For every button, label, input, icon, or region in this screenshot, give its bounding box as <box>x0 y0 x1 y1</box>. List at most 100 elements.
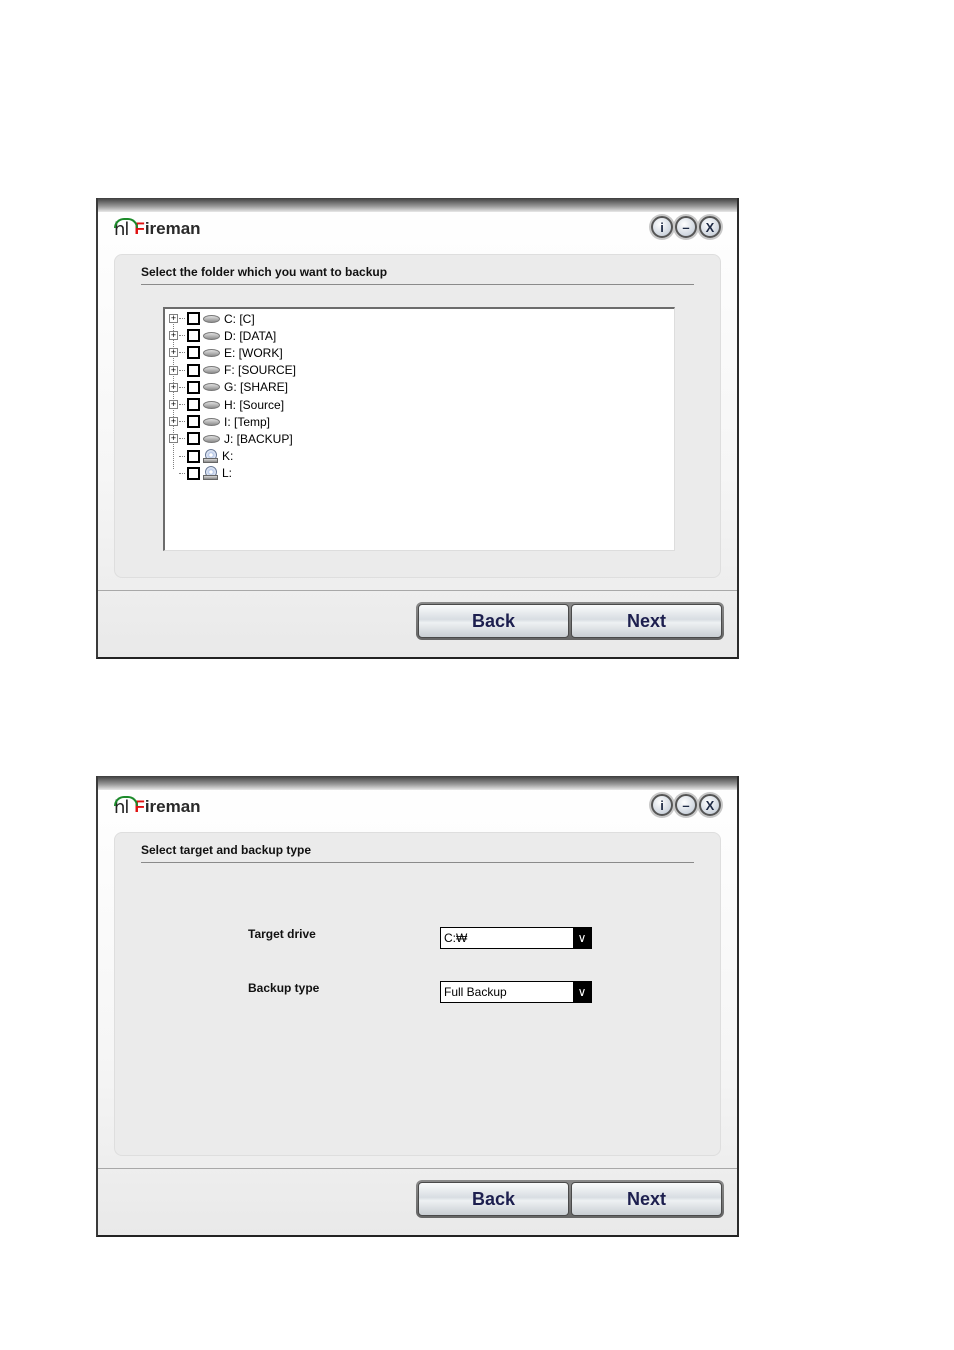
checkbox[interactable] <box>187 449 200 463</box>
tree-item-label: H: [Source] <box>224 397 285 412</box>
window-controls: i – X <box>651 216 721 238</box>
minimize-button[interactable]: – <box>675 794 697 816</box>
step-heading: Select the folder which you want to back… <box>141 265 388 279</box>
fireman-window-target-select: hl Fireman i – X Select target and backu… <box>96 776 739 1237</box>
hard-drive-icon <box>203 348 220 357</box>
hl-logo-icon: hl <box>114 217 138 240</box>
app-title: Fireman <box>134 219 201 238</box>
window-controls: i – X <box>651 794 721 816</box>
tree-connector <box>179 438 185 440</box>
tree-item[interactable]: + F: [SOURCE] <box>169 362 296 379</box>
window-top-shadow <box>98 776 737 790</box>
tree-connector <box>179 472 185 474</box>
checkbox[interactable] <box>187 329 200 343</box>
expand-icon[interactable]: + <box>169 434 178 444</box>
tree-item-label: F: [SOURCE] <box>224 363 297 378</box>
info-button[interactable]: i <box>651 216 673 238</box>
cdrom-drive-icon <box>203 465 218 481</box>
tree-item-label: E: [WORK] <box>224 345 283 360</box>
tree-item-label: D: [DATA] <box>224 328 277 343</box>
chevron-down-icon[interactable]: ∨ <box>573 928 591 948</box>
cdrom-drive-icon <box>203 448 218 464</box>
navigation-buttons: Back Next <box>416 602 724 640</box>
backup-type-select[interactable]: Full Backup ∨ <box>440 981 592 1003</box>
close-button[interactable]: X <box>699 794 721 816</box>
tree-item[interactable]: K: <box>169 448 233 465</box>
tree-item[interactable]: + I: [Temp] <box>169 413 270 430</box>
fireman-window-folder-select: hl Fireman i – X Select the folder which… <box>96 198 739 659</box>
app-logo: hl Fireman <box>114 795 201 818</box>
content-panel: Select target and backup type Target dri… <box>114 832 721 1156</box>
footer-divider <box>98 590 737 591</box>
tree-connector <box>179 352 185 354</box>
next-button[interactable]: Next <box>571 604 722 638</box>
tree-item-label: K: <box>222 449 234 464</box>
hard-drive-icon <box>203 314 220 323</box>
chevron-down-icon[interactable]: ∨ <box>573 982 591 1002</box>
folder-tree[interactable]: + C: [C] + D: [DATA] + E: [WORK] + F: [SOURCE] +… <box>163 307 675 551</box>
info-icon: i <box>660 797 664 813</box>
checkbox[interactable] <box>187 346 200 360</box>
content-panel: Select the folder which you want to back… <box>114 254 721 578</box>
checkbox[interactable] <box>187 432 200 446</box>
app-title: Fireman <box>134 797 201 816</box>
app-logo: hl Fireman <box>114 217 201 240</box>
checkbox[interactable] <box>187 312 200 325</box>
target-drive-select[interactable]: C:₩ ∨ <box>440 927 592 949</box>
backup-type-label: Backup type <box>248 981 320 995</box>
tree-connector <box>179 386 185 388</box>
close-icon: X <box>705 797 715 813</box>
tree-item[interactable]: + E: [WORK] <box>169 344 283 361</box>
tree-connector <box>179 369 185 371</box>
expand-icon[interactable]: + <box>169 365 178 375</box>
checkbox[interactable] <box>187 415 200 429</box>
checkbox[interactable] <box>187 398 200 411</box>
backup-type-value: Full Backup <box>444 985 507 999</box>
hard-drive-icon <box>203 434 220 443</box>
tree-item[interactable]: + J: [BACKUP] <box>169 430 293 447</box>
hard-drive-icon <box>203 417 220 426</box>
tree-connector <box>179 404 185 405</box>
expand-icon[interactable]: + <box>169 382 178 392</box>
expand-icon[interactable]: + <box>169 348 178 358</box>
tree-connector <box>179 335 185 337</box>
tree-item[interactable]: + C: [C] <box>169 310 255 327</box>
info-button[interactable]: i <box>651 794 673 816</box>
minimize-button[interactable]: – <box>675 216 697 238</box>
expand-icon[interactable]: + <box>169 331 178 341</box>
tree-item[interactable]: + G: [SHARE] <box>169 379 288 396</box>
heading-divider <box>141 284 694 285</box>
tree-item-label: C: [C] <box>224 311 255 326</box>
close-button[interactable]: X <box>699 216 721 238</box>
next-button[interactable]: Next <box>571 1182 722 1216</box>
hard-drive-icon <box>203 383 220 392</box>
tree-item-label: G: [SHARE] <box>224 380 289 395</box>
tree-connector <box>179 318 185 319</box>
expand-icon[interactable]: + <box>169 314 178 323</box>
expand-icon[interactable]: + <box>169 417 178 427</box>
tree-item-label: J: [BACKUP] <box>224 431 293 446</box>
close-icon: X <box>705 219 715 235</box>
hard-drive-icon <box>203 400 220 409</box>
tree-item[interactable]: + H: [Source] <box>169 396 284 413</box>
expand-icon[interactable]: + <box>169 400 178 409</box>
back-button[interactable]: Back <box>418 604 569 638</box>
hard-drive-icon <box>203 366 220 375</box>
back-button[interactable]: Back <box>418 1182 569 1216</box>
window-top-shadow <box>98 198 737 212</box>
minimize-icon: – <box>682 219 690 235</box>
footer-divider <box>98 1168 737 1169</box>
checkbox[interactable] <box>187 363 200 377</box>
hard-drive-icon <box>203 331 220 340</box>
checkbox[interactable] <box>187 380 200 394</box>
hl-logo-icon: hl <box>114 795 138 818</box>
checkbox[interactable] <box>187 466 200 480</box>
tree-item[interactable]: + D: [DATA] <box>169 327 276 344</box>
tree-item[interactable]: L: <box>169 465 232 482</box>
tree-connector <box>179 455 185 457</box>
navigation-buttons: Back Next <box>416 1180 724 1218</box>
target-drive-value: C:₩ <box>444 931 468 945</box>
target-drive-label: Target drive <box>248 927 316 941</box>
minimize-icon: – <box>682 797 690 813</box>
tree-item-label: L: <box>222 466 233 481</box>
